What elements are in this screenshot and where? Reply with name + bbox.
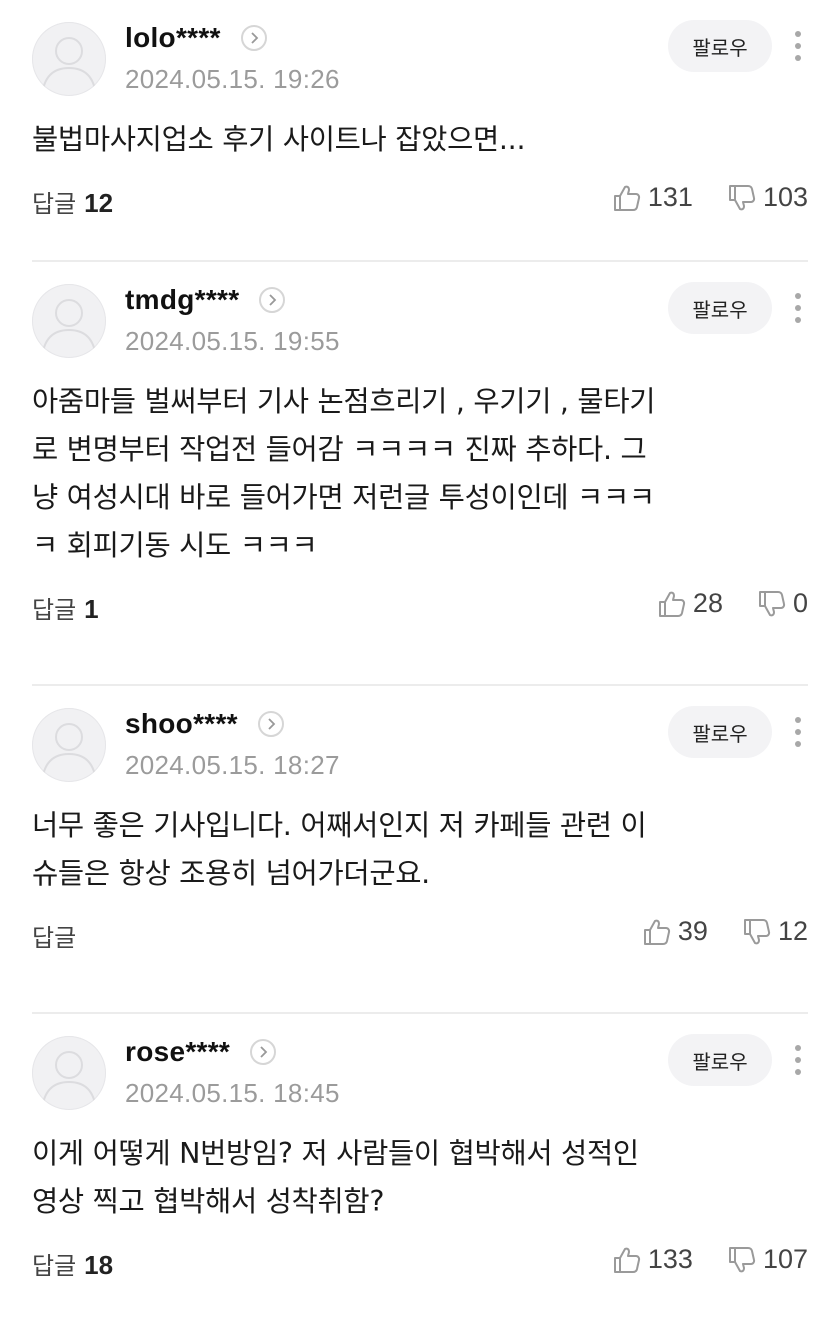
thumbs-down-icon (758, 590, 786, 616)
like-button[interactable]: 131 (612, 182, 693, 213)
chevron-right-icon[interactable] (259, 287, 286, 313)
follow-button[interactable]: 팔로우 (668, 282, 772, 334)
default-user-avatar-icon[interactable] (32, 1036, 106, 1110)
dislike-count: 12 (777, 916, 808, 946)
comment-footer: 답글 1 28 0 (32, 570, 808, 666)
username[interactable]: rose**** (125, 1036, 230, 1068)
reply-count: 18 (84, 1250, 114, 1280)
comment-text: 아줌마들 벌써부터 기사 논점흐리기 , 우기기 , 물타기 로 변명부터 작업… (32, 385, 656, 562)
comment-date: 2024.05.15. 19:55 (125, 326, 340, 356)
username[interactable]: tmdg**** (125, 284, 239, 316)
comment-header: rose**** 2024.05.15. 18:45 팔로우 (32, 1034, 808, 1114)
comment-footer: 답글 12 131 103 (32, 164, 808, 260)
comment-footer: 답글 18 133 107 (32, 1226, 808, 1322)
comment-header: lolo**** 2024.05.15. 19:26 팔로우 (32, 20, 808, 100)
reply-count: 1 (84, 594, 99, 624)
reply-button[interactable]: 답글 18 (32, 1246, 113, 1281)
comment-item: tmdg**** 2024.05.15. 19:55 팔로우 아줌마들 벌써부터… (32, 262, 808, 686)
comment-text: 불법마사지업소 후기 사이트나 잡았으면... (32, 123, 526, 156)
follow-button[interactable]: 팔로우 (668, 1034, 772, 1086)
comment-list: lolo**** 2024.05.15. 19:26 팔로우 불법마사지업소 후… (0, 0, 840, 1336)
more-vertical-icon[interactable] (788, 22, 808, 70)
thumbs-up-icon (643, 919, 670, 945)
default-user-avatar-icon[interactable] (32, 708, 106, 782)
dislike-count: 107 (762, 1244, 808, 1274)
thumbs-down-icon (743, 918, 771, 944)
reply-button[interactable]: 답글 1 (32, 590, 99, 625)
thumbs-down-icon (728, 1246, 756, 1272)
comment-text: 너무 좋은 기사입니다. 어째서인지 저 카페들 관련 이 슈들은 항상 조용히… (32, 809, 647, 890)
reply-button[interactable]: 답글 12 (32, 184, 113, 219)
dislike-count: 103 (762, 182, 808, 212)
follow-button[interactable]: 팔로우 (668, 20, 772, 72)
username[interactable]: shoo**** (125, 708, 238, 740)
dislike-button[interactable]: 103 (727, 182, 808, 213)
like-button[interactable]: 133 (612, 1244, 693, 1275)
more-vertical-icon[interactable] (788, 708, 808, 756)
comment-date: 2024.05.15. 18:27 (125, 750, 340, 780)
more-vertical-icon[interactable] (788, 284, 808, 332)
comment-item: shoo**** 2024.05.15. 18:27 팔로우 너무 좋은 기사입… (32, 686, 808, 1014)
dislike-button[interactable]: 12 (742, 916, 808, 947)
vote-group: 28 0 (657, 588, 808, 619)
like-count: 39 (677, 916, 708, 946)
comment-date: 2024.05.15. 19:26 (125, 64, 340, 94)
comment-text: 이게 어떻게 N번방임? 저 사람들이 협박해서 성적인 영상 찍고 협박해서 … (32, 1137, 639, 1218)
like-button[interactable]: 28 (657, 588, 723, 619)
chevron-right-icon[interactable] (257, 711, 284, 737)
comment-footer: 답글 39 12 (32, 898, 808, 994)
thumbs-up-icon (658, 591, 686, 617)
thumbs-up-icon (613, 185, 640, 211)
reply-label: 답글 (32, 1252, 77, 1280)
username[interactable]: lolo**** (125, 22, 221, 54)
chevron-right-icon[interactable] (240, 25, 267, 51)
vote-group: 39 12 (642, 916, 808, 947)
vote-group: 131 103 (612, 182, 808, 213)
more-vertical-icon[interactable] (788, 1036, 808, 1084)
chevron-right-icon[interactable] (250, 1039, 277, 1065)
thumbs-down-icon (728, 184, 756, 210)
thumbs-up-icon (613, 1247, 640, 1273)
dislike-count: 0 (792, 588, 808, 618)
reply-label: 답글 (32, 924, 77, 952)
like-count: 131 (647, 182, 693, 212)
comment-header: shoo**** 2024.05.15. 18:27 팔로우 (32, 706, 808, 786)
user-line: tmdg**** (125, 282, 286, 318)
like-button[interactable]: 39 (642, 916, 708, 947)
user-line: shoo**** (125, 706, 284, 742)
like-count: 133 (647, 1244, 693, 1274)
comment-date: 2024.05.15. 18:45 (125, 1078, 340, 1108)
comment-item: lolo**** 2024.05.15. 19:26 팔로우 불법마사지업소 후… (32, 0, 808, 262)
reply-button[interactable]: 답글 (32, 918, 84, 953)
comment-header: tmdg**** 2024.05.15. 19:55 팔로우 (32, 282, 808, 362)
comment-item: rose**** 2024.05.15. 18:45 팔로우 이게 어떻게 N번… (32, 1014, 808, 1336)
reply-label: 답글 (32, 190, 77, 218)
user-line: lolo**** (125, 20, 267, 56)
dislike-button[interactable]: 0 (757, 588, 808, 619)
vote-group: 133 107 (612, 1244, 808, 1275)
reply-count: 12 (84, 188, 114, 218)
user-line: rose**** (125, 1034, 277, 1070)
default-user-avatar-icon[interactable] (32, 284, 106, 358)
dislike-button[interactable]: 107 (727, 1244, 808, 1275)
default-user-avatar-icon[interactable] (32, 22, 106, 96)
follow-button[interactable]: 팔로우 (668, 706, 772, 758)
reply-label: 답글 (32, 596, 77, 624)
like-count: 28 (692, 588, 723, 618)
